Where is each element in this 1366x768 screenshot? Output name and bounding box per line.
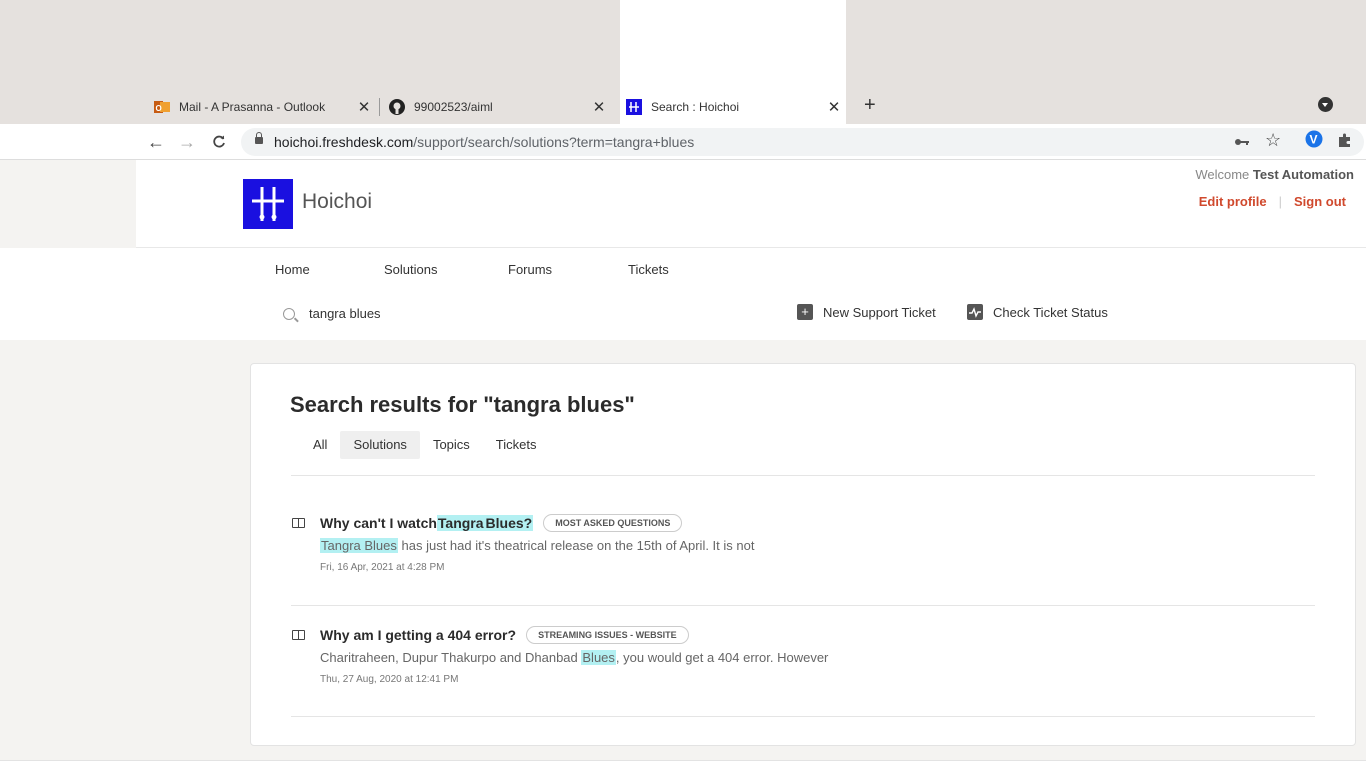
- result-filter-tabs: All Solutions Topics Tickets: [300, 431, 550, 459]
- new-ticket-label: New Support Ticket: [823, 304, 936, 320]
- url-host: hoichoi.freshdesk.com: [274, 134, 414, 150]
- brand-name[interactable]: Hoichoi: [302, 190, 372, 214]
- filter-tab-all[interactable]: All: [300, 431, 340, 459]
- tab-title: Search : Hoichoi: [651, 100, 740, 114]
- snippet-text: , you would get a 404 error. However: [615, 650, 829, 665]
- page-title: Search results for "tangra blues": [290, 392, 635, 417]
- github-icon: [389, 99, 405, 115]
- svg-text:V: V: [1310, 133, 1318, 147]
- sign-out-link[interactable]: Sign out: [1294, 194, 1346, 209]
- filter-tab-solutions[interactable]: Solutions: [340, 431, 420, 459]
- tab-title: Mail - A Prasanna - Outlook: [179, 100, 326, 114]
- hoichoi-icon: [626, 99, 642, 115]
- lock-icon: [255, 132, 263, 144]
- list-item: Why am I getting a 404 error? STREAMING …: [291, 626, 1317, 686]
- result-date: Thu, 27 Aug, 2020 at 12:41 PM: [320, 674, 459, 685]
- bottom-strip: [0, 760, 1366, 768]
- nav-solutions[interactable]: Solutions: [384, 262, 437, 277]
- nav-tickets[interactable]: Tickets: [628, 262, 669, 277]
- result-title-link[interactable]: Why am I getting a 404 error? STREAMING …: [320, 626, 689, 644]
- search-input[interactable]: tangra blues: [283, 306, 381, 321]
- check-ticket-status-button[interactable]: Check Ticket Status: [967, 304, 1108, 320]
- plus-icon: +: [797, 304, 813, 320]
- welcome-prefix: Welcome: [1195, 167, 1250, 182]
- result-title-text: Why can't I watch: [320, 515, 437, 531]
- nav-forums[interactable]: Forums: [508, 262, 552, 277]
- filter-tab-tickets[interactable]: Tickets: [483, 431, 550, 459]
- search-icon: [283, 307, 295, 320]
- divider: [291, 716, 1315, 717]
- result-snippet: Tangra Blues has just had it's theatrica…: [320, 538, 754, 553]
- hoichoi-logo[interactable]: [243, 179, 293, 229]
- divider: [291, 605, 1315, 606]
- highlight: Tangra: [436, 515, 485, 531]
- account-links: Edit profile | Sign out: [1199, 194, 1346, 209]
- tab-title: 99002523/aiml: [414, 100, 493, 114]
- extension-v-icon[interactable]: V: [1305, 130, 1323, 153]
- result-title-link[interactable]: Why can't I watch Tangra Blues? MOST ASK…: [320, 514, 683, 532]
- highlight: Tangra Blues: [320, 538, 398, 553]
- list-item: Why can't I watch Tangra Blues? MOST ASK…: [291, 514, 1317, 574]
- result-title-text: Why am I getting a 404 error?: [320, 627, 517, 643]
- divider: [291, 475, 1315, 476]
- portal-header: Hoichoi Welcome Test Automation Edit pro…: [136, 160, 1366, 248]
- snippet-text: Charitraheen, Dupur Thakurpo and Dhanbad: [320, 650, 582, 665]
- highlight: Blues: [581, 650, 616, 665]
- close-icon[interactable]: ✕: [826, 98, 842, 116]
- bookmark-star-icon[interactable]: ☆: [1265, 130, 1281, 151]
- browser-tabstrip: O Mail - A Prasanna - Outlook ✕ 99002523…: [0, 0, 1366, 124]
- search-results-card: Search results for "tangra blues" All So…: [250, 363, 1356, 746]
- pulse-icon: [967, 304, 983, 320]
- outlook-icon: O: [154, 99, 170, 115]
- new-support-ticket-button[interactable]: + New Support Ticket: [797, 304, 936, 320]
- category-badge[interactable]: STREAMING ISSUES - WEBSITE: [526, 626, 689, 644]
- extensions-puzzle-icon[interactable]: [1337, 132, 1353, 153]
- book-icon: [292, 518, 305, 528]
- check-status-label: Check Ticket Status: [993, 304, 1108, 320]
- new-tab-button[interactable]: +: [864, 94, 876, 117]
- snippet-text: has just had it's theatrical release on …: [397, 538, 755, 553]
- close-icon[interactable]: ✕: [356, 98, 372, 116]
- portal-nav: Home Solutions Forums Tickets tangra blu…: [0, 248, 1366, 340]
- url-path: /support/search/solutions?term=tangra+bl…: [413, 134, 695, 150]
- reload-button[interactable]: [207, 130, 231, 154]
- url-input[interactable]: hoichoi.freshdesk.com/support/search/sol…: [241, 128, 1364, 156]
- user-name: Test Automation: [1252, 167, 1354, 182]
- key-icon[interactable]: [1234, 132, 1250, 155]
- tab-search-hoichoi[interactable]: Search : Hoichoi ✕: [626, 90, 842, 124]
- result-snippet: Charitraheen, Dupur Thakurpo and Dhanbad…: [320, 650, 828, 665]
- tab-github[interactable]: 99002523/aiml ✕: [389, 90, 607, 124]
- svg-text:O: O: [156, 104, 162, 113]
- forward-button[interactable]: →: [175, 130, 199, 154]
- link-separator: |: [1278, 194, 1282, 209]
- welcome-text: Welcome Test Automation: [1195, 167, 1354, 182]
- category-badge[interactable]: MOST ASKED QUESTIONS: [543, 514, 683, 532]
- back-button[interactable]: ←: [144, 130, 168, 154]
- filter-tab-topics[interactable]: Topics: [420, 431, 483, 459]
- tab-outlook[interactable]: O Mail - A Prasanna - Outlook ✕: [154, 90, 372, 124]
- close-icon[interactable]: ✕: [591, 98, 607, 116]
- highlight: Blues?: [484, 515, 534, 531]
- profile-menu-icon[interactable]: [1318, 97, 1333, 112]
- result-date: Fri, 16 Apr, 2021 at 4:28 PM: [320, 562, 445, 573]
- book-icon: [292, 630, 305, 640]
- url-text: hoichoi.freshdesk.com/support/search/sol…: [274, 134, 694, 150]
- edit-profile-link[interactable]: Edit profile: [1199, 194, 1267, 209]
- nav-home[interactable]: Home: [275, 262, 310, 277]
- address-bar: ← → hoichoi.freshdesk.com/support/search…: [0, 124, 1366, 160]
- search-value: tangra blues: [309, 306, 381, 321]
- tab-separator: [379, 98, 380, 116]
